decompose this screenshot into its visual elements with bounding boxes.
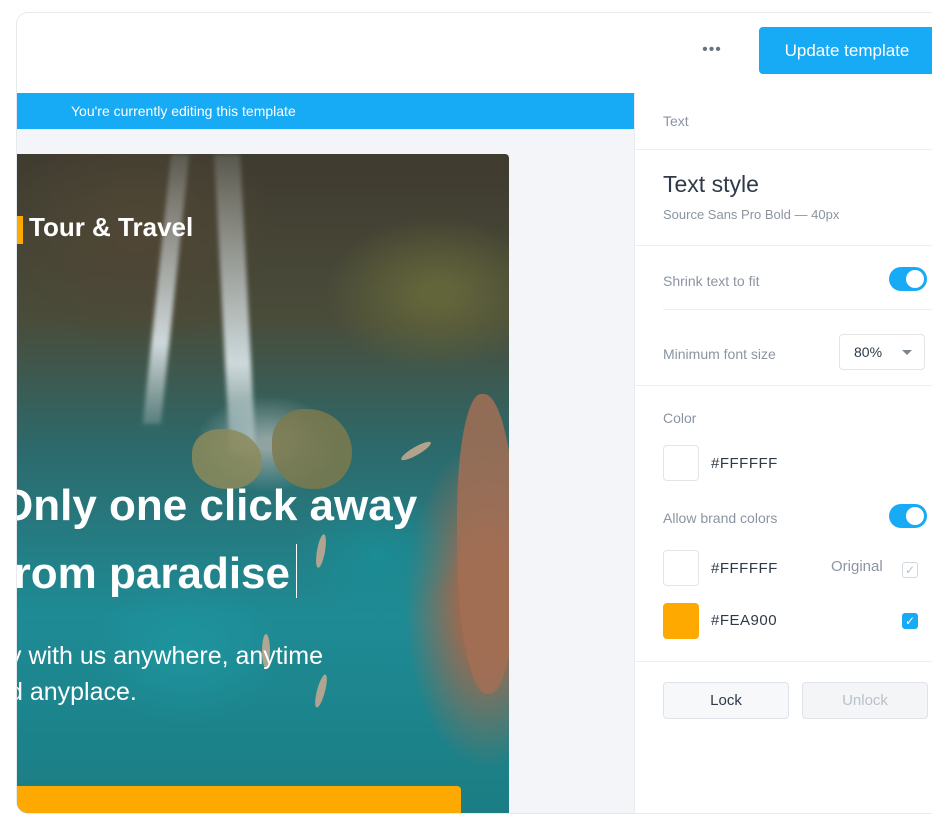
divider <box>635 245 932 246</box>
boat-image <box>399 439 433 463</box>
divider <box>635 661 932 662</box>
allow-brand-colors-toggle[interactable] <box>889 504 927 528</box>
toggle-knob <box>906 507 924 525</box>
brand-accent-bar <box>17 216 23 244</box>
panel-section-label: Text <box>663 113 689 129</box>
cta-bar[interactable] <box>17 786 461 813</box>
more-options-icon[interactable]: ••• <box>699 37 725 63</box>
brand-color-hex: #FEA900 <box>711 612 778 629</box>
lock-button[interactable]: Lock <box>663 682 789 719</box>
subline-text[interactable]: y with us anywhere, anytime d anyplace. <box>17 638 429 710</box>
headline-line-1: Only one click away <box>17 481 418 530</box>
text-style-title: Text style <box>663 171 759 197</box>
subline-line-2: d anyplace. <box>17 678 137 706</box>
shrink-text-label: Shrink text to fit <box>663 273 760 289</box>
brand-color-swatch-orange[interactable] <box>663 603 699 639</box>
waterfall-image <box>214 154 256 454</box>
toggle-knob <box>906 270 924 288</box>
original-label: Original <box>831 558 883 575</box>
waterfall-image <box>142 154 190 424</box>
properties-panel: Text Text style Source Sans Pro Bold — 4… <box>634 93 932 813</box>
editing-banner: You're currently editing this template <box>17 93 634 129</box>
headline-line-2: from paradise <box>17 540 479 608</box>
brand-color-swatch-white[interactable] <box>663 550 699 586</box>
allow-brand-colors-label: Allow brand colors <box>663 510 778 526</box>
headline-text[interactable]: Only one click away from paradise <box>17 472 479 608</box>
text-style-description: Source Sans Pro Bold — 40px <box>663 207 840 222</box>
divider <box>663 309 932 310</box>
minimum-font-size-select[interactable]: 80% <box>839 334 925 370</box>
top-toolbar: ••• Update template <box>17 13 932 94</box>
divider <box>635 149 932 150</box>
select-value: 80% <box>854 344 883 360</box>
update-template-button[interactable]: Update template <box>759 27 932 74</box>
editor-window: ••• Update template You're currently edi… <box>16 12 932 814</box>
color-label: Color <box>663 410 697 426</box>
brand-color-checkbox[interactable]: ✓ <box>902 613 918 629</box>
divider <box>635 385 932 386</box>
subline-line-1: y with us anywhere, anytime <box>17 642 324 670</box>
unlock-button[interactable]: Unlock <box>802 682 928 719</box>
minimum-font-size-label: Minimum font size <box>663 346 776 362</box>
brand-color-hex: #FFFFFF <box>711 560 778 577</box>
template-poster[interactable]: Tour & Travel Only one click away from p… <box>17 154 509 813</box>
chevron-down-icon <box>902 350 912 355</box>
text-cursor <box>295 544 297 598</box>
shrink-text-toggle[interactable] <box>889 267 927 291</box>
brand-title[interactable]: Tour & Travel <box>29 212 193 243</box>
brand-color-checkbox[interactable]: ✓ <box>902 562 918 578</box>
canvas-area: You're currently editing this template T… <box>17 93 634 813</box>
color-swatch[interactable] <box>663 445 699 481</box>
color-hex-value[interactable]: #FFFFFF <box>711 455 778 472</box>
